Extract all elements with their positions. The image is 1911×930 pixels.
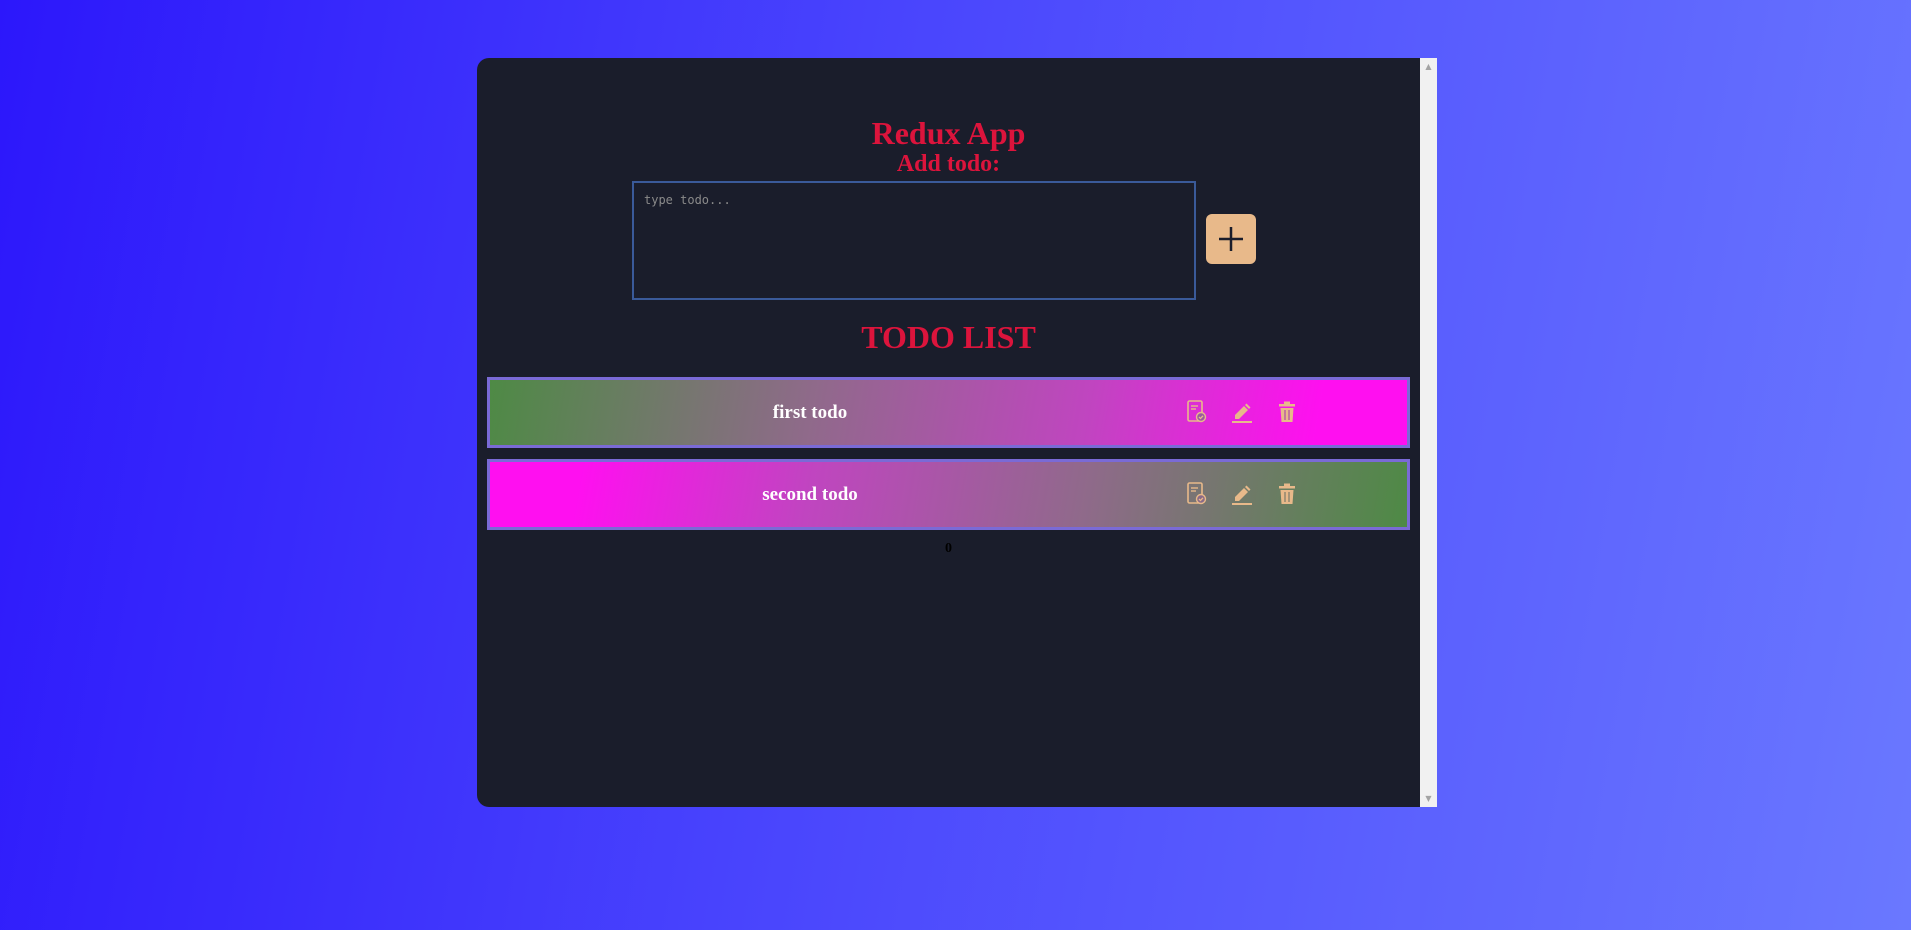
edit-button[interactable] [1227, 397, 1257, 427]
app-content: Redux App Add todo: TODO LIST first todo [477, 58, 1420, 807]
edit-icon [1232, 403, 1252, 423]
complete-button[interactable] [1182, 397, 1212, 427]
delete-button[interactable] [1272, 397, 1302, 427]
todo-input[interactable] [632, 181, 1196, 300]
todo-list-title: TODO LIST [861, 319, 1036, 355]
scroll-up-arrow-icon[interactable]: ▲ [1420, 58, 1437, 75]
delete-icon [1279, 401, 1295, 422]
complete-button[interactable] [1182, 479, 1212, 509]
add-todo-button[interactable] [1206, 214, 1256, 264]
edit-icon [1232, 485, 1252, 505]
todo-counter: 0 [945, 541, 952, 556]
vertical-scrollbar[interactable]: ▲ ▼ [1420, 58, 1437, 807]
delete-button[interactable] [1272, 479, 1302, 509]
edit-button[interactable] [1227, 479, 1257, 509]
plus-icon [1219, 227, 1243, 251]
complete-icon [1187, 400, 1207, 423]
todo-item: first todo [487, 377, 1410, 448]
add-todo-label: Add todo: [896, 151, 1001, 177]
complete-icon [1187, 482, 1207, 505]
todo-text: second todo [762, 484, 858, 505]
app-title: Redux App [871, 115, 1026, 151]
app-panel: Redux App Add todo: TODO LIST first todo [477, 58, 1437, 807]
scroll-down-arrow-icon[interactable]: ▼ [1420, 790, 1437, 807]
todo-text: first todo [772, 402, 848, 423]
todo-item: second todo [487, 459, 1410, 530]
delete-icon [1279, 483, 1295, 504]
